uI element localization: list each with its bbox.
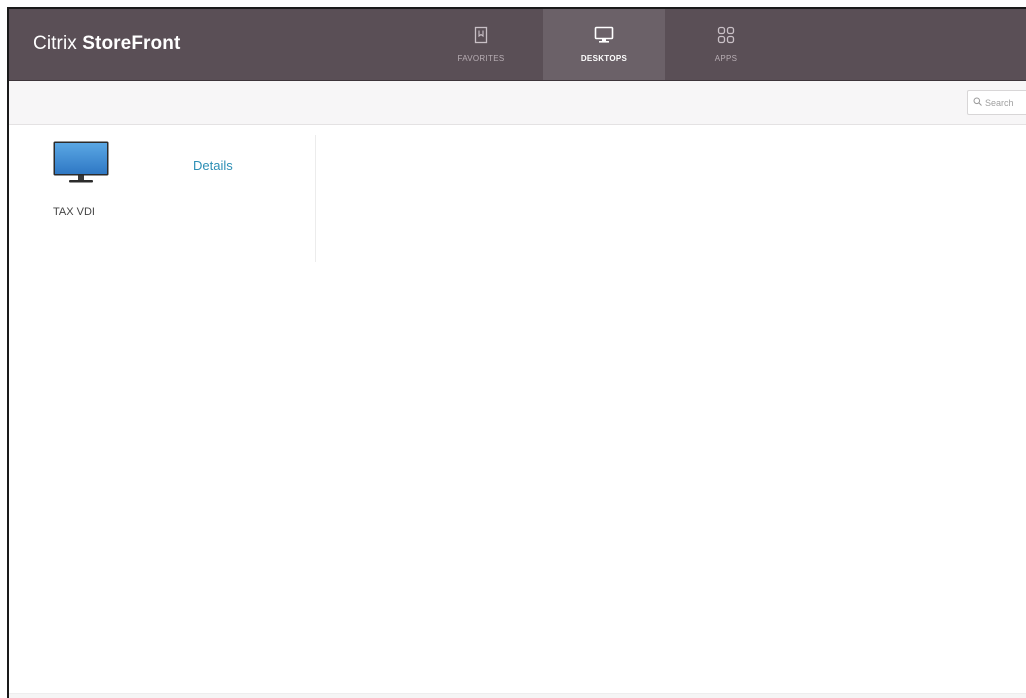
toolbar [9, 81, 1026, 125]
tab-desktops[interactable]: DESKTOPS [543, 9, 665, 80]
search-icon [973, 97, 982, 108]
tab-apps[interactable]: APPS [665, 9, 787, 80]
search-box[interactable] [967, 90, 1026, 115]
tab-apps-label: APPS [714, 54, 738, 63]
details-link[interactable]: Details [193, 158, 233, 173]
resource-name: TAX VDI [53, 206, 95, 218]
desktop-monitor-icon [53, 141, 109, 190]
apps-grid-icon [715, 26, 737, 48]
app-window: Citrix StoreFront FAVORITES DESKTOPS APP… [7, 7, 1026, 698]
brand-name-bold: StoreFront [82, 33, 181, 54]
search-input[interactable] [985, 97, 1026, 108]
desktop-resource-tile[interactable]: TAX VDI [37, 141, 127, 221]
top-navigation-bar: Citrix StoreFront FAVORITES DESKTOPS APP… [9, 9, 1026, 81]
tab-favorites[interactable]: FAVORITES [420, 9, 542, 80]
bottom-edge [9, 693, 1026, 698]
bookmark-icon [470, 26, 492, 48]
brand-name-light: Citrix [33, 33, 77, 54]
tab-favorites-label: FAVORITES [457, 54, 505, 63]
brand-logo: Citrix StoreFront [33, 33, 180, 55]
monitor-icon [593, 26, 615, 48]
panel-divider [315, 135, 316, 262]
tab-desktops-label: DESKTOPS [580, 54, 628, 63]
